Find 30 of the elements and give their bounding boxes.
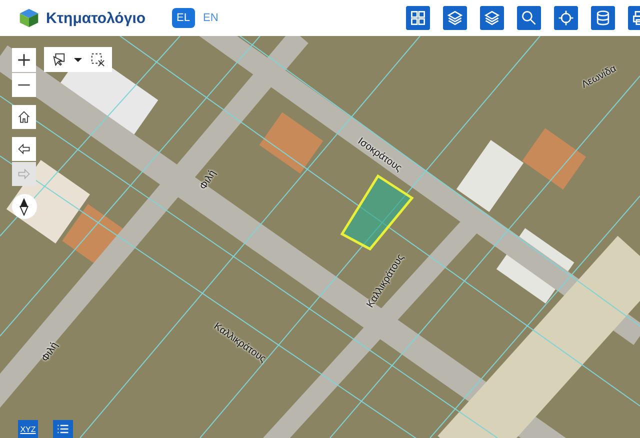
app-title: Κτηματολόγιο <box>46 10 146 26</box>
grid-button[interactable] <box>406 6 430 30</box>
cube-logo-icon <box>18 7 40 29</box>
left-arrow-icon <box>17 142 31 156</box>
legend-button[interactable] <box>53 420 73 438</box>
dashed-box-x-icon <box>90 52 105 67</box>
cursor-select-icon <box>51 52 66 67</box>
search-icon <box>520 9 538 27</box>
layers-stack-button[interactable] <box>443 6 467 30</box>
language-button[interactable]: EN <box>199 9 222 27</box>
back-button[interactable] <box>12 137 36 161</box>
right-arrow-icon <box>17 167 31 181</box>
language-button[interactable]: EL <box>172 8 195 28</box>
target-button[interactable] <box>554 6 578 30</box>
grid-icon <box>409 9 427 27</box>
compass-needle-icon <box>18 197 30 216</box>
caret-icon <box>74 56 82 62</box>
stack-icon <box>483 9 501 27</box>
list-icon <box>56 422 70 436</box>
search-button[interactable] <box>517 6 541 30</box>
zoom-in-button[interactable] <box>12 48 36 72</box>
plus-icon <box>17 53 31 67</box>
target-icon <box>557 9 575 27</box>
layers-stack-icon <box>446 9 464 27</box>
stack-button[interactable] <box>480 6 504 30</box>
home-icon <box>17 110 31 124</box>
coordinates-button[interactable]: XYZ <box>18 420 38 438</box>
database-icon <box>594 9 612 27</box>
home-button[interactable] <box>12 105 36 129</box>
database-button[interactable] <box>591 6 615 30</box>
